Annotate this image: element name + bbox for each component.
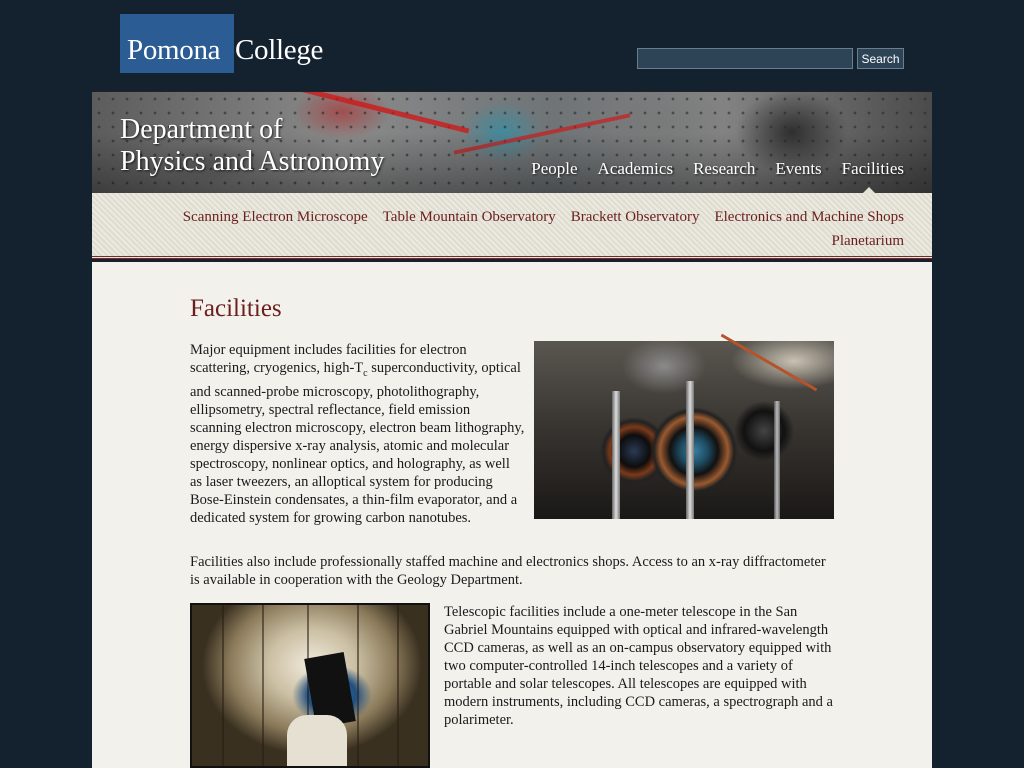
page-title: Facilities [190,295,282,322]
optics-post [774,401,780,519]
dome-rib [357,605,359,766]
laser-lab-photo [534,333,834,519]
search-button[interactable]: Search [857,48,904,69]
pomona-college-logo[interactable]: Pomona College [120,14,323,73]
search-input[interactable] [637,48,853,69]
nav-research[interactable]: Research [693,159,755,179]
subnav-planetarium[interactable]: Planetarium [832,233,904,249]
optics-post [686,381,694,519]
active-nav-indicator [862,187,876,194]
shops-paragraph: Facilities also include professionally s… [190,554,826,588]
header-banner: Department of Physics and Astronomy Peop… [92,91,932,194]
logo-pomona: Pomona [120,14,234,73]
telescope-paragraph: Telescopic facilities include a one-mete… [444,604,833,728]
equipment-text-end: superconductivity, optical and scanned-p… [190,360,525,526]
dome-rib [262,605,264,766]
nav-people[interactable]: People [531,159,577,179]
logo-college: College [235,34,324,66]
main-content: Facilities Major equipment includes faci… [92,262,932,768]
dome-rib [222,605,224,766]
department-title-line2: Physics and Astronomy [120,146,385,177]
subnav-scanning-electron-microscope[interactable]: Scanning Electron Microscope [183,209,368,225]
telescope-base [287,715,347,766]
subnav-brackett-observatory[interactable]: Brackett Observatory [571,209,700,225]
nav-facilities[interactable]: Facilities [842,159,904,179]
subnav-table-mountain-observatory[interactable]: Table Mountain Observatory [383,209,556,225]
main-nav: People Academics Research Events Facilit… [511,159,904,179]
subnav-electronics-machine-shops[interactable]: Electronics and Machine Shops [714,209,904,225]
observatory-dome-photo [190,603,430,768]
department-title[interactable]: Department of Physics and Astronomy [120,114,384,178]
cable [720,333,818,392]
sub-nav: Scanning Electron Microscope Table Mount… [92,193,932,259]
nav-events[interactable]: Events [775,159,821,179]
department-title-line1: Department of [120,114,283,145]
nav-academics[interactable]: Academics [598,159,674,179]
optics-post [612,391,620,519]
banner-laser-beam [453,113,631,155]
dome-rib [397,605,399,766]
equipment-paragraph: Major equipment includes facilities for … [190,341,525,527]
